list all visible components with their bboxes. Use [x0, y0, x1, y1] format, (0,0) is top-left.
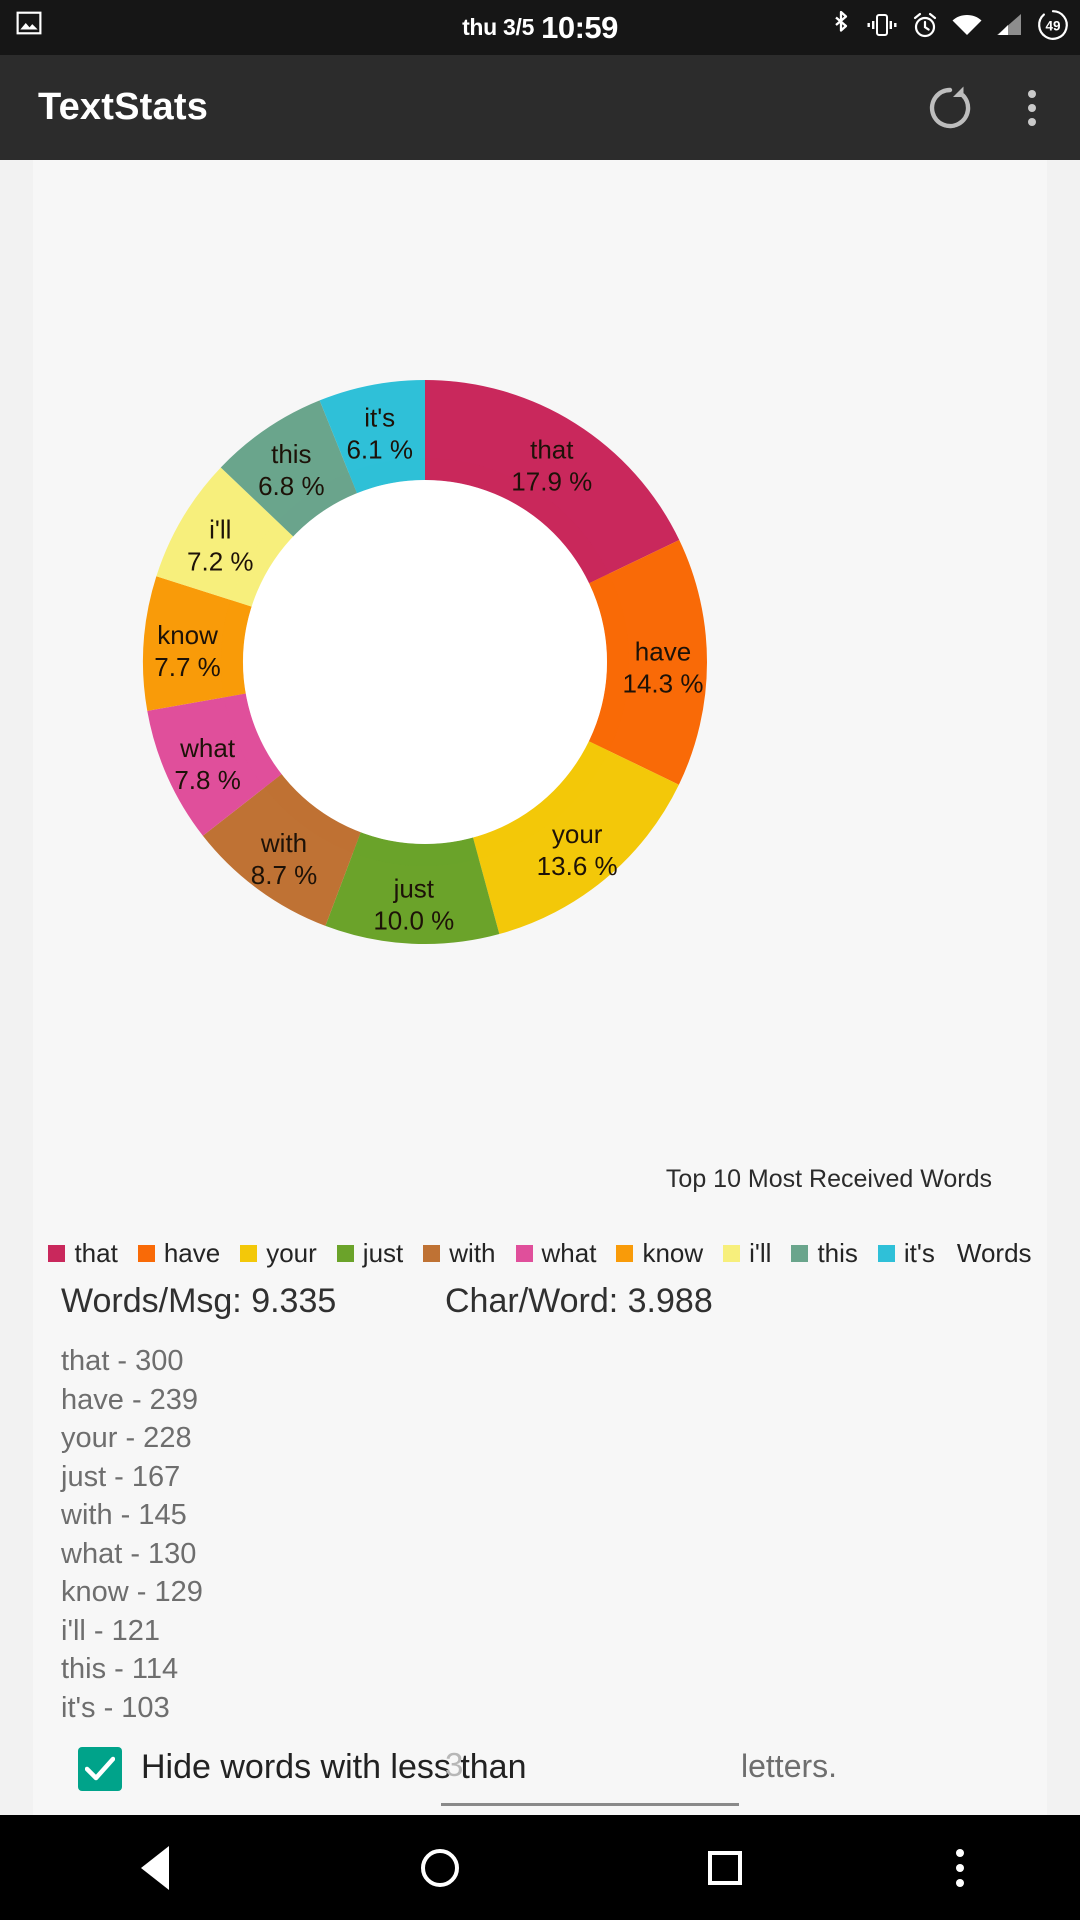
word-count-row: your - 228 [61, 1422, 192, 1454]
donut-label-word: it's [364, 402, 395, 432]
navigation-bar [0, 1815, 1080, 1920]
word-count-row: it's - 103 [61, 1691, 170, 1724]
legend-item-this[interactable]: this [791, 1238, 858, 1269]
min-letters-underline [441, 1803, 739, 1806]
letters-suffix-label: letters. [741, 1748, 838, 1784]
wifi-icon [952, 13, 982, 42]
word-count-row: that - 300 [61, 1345, 184, 1377]
donut-hole [243, 480, 607, 844]
donut-label-word: with [260, 828, 307, 858]
word-count-row: with - 145 [61, 1499, 187, 1531]
menu-icon[interactable] [930, 1815, 990, 1920]
legend-label: know [642, 1238, 704, 1268]
legend-swatch [877, 1245, 895, 1262]
battery-icon: 49 [1036, 8, 1070, 47]
status-icons: 49 [829, 0, 1070, 55]
legend-item-know[interactable]: know [616, 1238, 703, 1269]
donut-label-percent: 17.9 % [511, 467, 592, 497]
recents-icon[interactable] [670, 1815, 780, 1920]
word-count-row: i'll - 121 [61, 1614, 161, 1647]
legend-swatch [336, 1245, 354, 1262]
battery-level: 49 [1045, 19, 1060, 34]
donut-chart-svg[interactable]: that17.9 % have14.3 % your13.6 % just10.0 %… [75, 160, 865, 1042]
legend-label: with [449, 1238, 496, 1268]
donut-label-percent: 7.8 % [174, 765, 241, 795]
legend-item-that[interactable]: that [48, 1238, 118, 1269]
donut-label-word: your [552, 819, 603, 849]
word-count-row: just - 167 [61, 1460, 181, 1493]
word-count-row: know - 129 [61, 1576, 203, 1608]
donut-label-percent: 6.1 % [346, 434, 413, 464]
donut-label-word: what [179, 733, 236, 763]
legend-swatch [515, 1245, 533, 1262]
legend-label: this [817, 1238, 858, 1268]
donut-label-word: this [271, 439, 311, 469]
status-bar: thu 3/5 10:59 49 [0, 0, 1080, 55]
scroll-content[interactable]: that 17.9 % have 14.3 % your 13.6 % just 10.0 %… [0, 160, 1080, 1815]
legend-swatch [48, 1245, 66, 1262]
legend-swatch [423, 1245, 441, 1262]
donut-label-word: have [635, 636, 691, 666]
hide-words-row: Hide words with less than 3 letters. [33, 1730, 1047, 1815]
vibrate-icon [866, 12, 898, 43]
word-count-list: that - 300 have - 239 your - 228 just - 167… [61, 1342, 203, 1727]
donut-label-percent: 14.3 % [623, 668, 704, 698]
donut-label-percent: 10.0 % [373, 906, 454, 936]
legend-item-its[interactable]: it's [877, 1238, 935, 1269]
words-per-message-stat: Words/Msg: 9.335 [61, 1282, 337, 1320]
page-title: TextStats [38, 86, 209, 128]
donut-label-percent: 7.7 % [154, 652, 221, 682]
legend-swatch [723, 1245, 741, 1262]
donut-label-percent: 13.6 % [537, 851, 618, 881]
donut-label-word: that [530, 435, 574, 465]
chart-legend: that have your just with what know i'll this it's… [33, 1238, 1047, 1269]
stats-card: that 17.9 % have 14.3 % your 13.6 % just 10.0 %… [33, 160, 1047, 1815]
donut-label-percent: 6.8 % [258, 471, 325, 501]
donut-chart[interactable]: that 17.9 % have 14.3 % your 13.6 % just 10.0 %… [33, 160, 1047, 1193]
legend-label: i'll [749, 1238, 772, 1268]
overflow-menu-icon[interactable] [1004, 80, 1060, 136]
home-icon[interactable] [385, 1815, 495, 1920]
refresh-icon[interactable] [922, 80, 978, 136]
legend-swatch [240, 1245, 258, 1262]
alarm-icon [911, 11, 939, 44]
hide-words-checkbox[interactable] [78, 1747, 122, 1791]
status-time: 10:59 [541, 9, 618, 45]
legend-item-just[interactable]: just [336, 1238, 404, 1269]
legend-swatch [616, 1245, 634, 1262]
donut-label-word: just [393, 874, 435, 904]
app-bar-actions [922, 55, 1060, 160]
bluetooth-icon [829, 10, 853, 45]
back-icon[interactable] [100, 1815, 210, 1920]
legend-label: that [74, 1238, 118, 1268]
legend-item-ill[interactable]: i'll [723, 1238, 771, 1269]
donut-label-percent: 7.2 % [187, 547, 254, 577]
legend-item-have[interactable]: have [137, 1238, 221, 1269]
word-count-row: what - 130 [61, 1537, 197, 1570]
signal-icon [995, 13, 1023, 42]
legend-item-what[interactable]: what [515, 1238, 597, 1269]
word-count-row: this - 114 [61, 1653, 179, 1685]
summary-stats: Words/Msg: 9.335 Char/Word: 3.988 [33, 1282, 1047, 1334]
legend-swatch [137, 1245, 155, 1262]
min-letters-placeholder: 3 [445, 1746, 464, 1783]
legend-label: your [266, 1238, 317, 1268]
legend-label: have [163, 1238, 221, 1268]
donut-label-percent: 8.7 % [251, 860, 318, 890]
legend-item-with[interactable]: with [423, 1238, 496, 1269]
word-count-row: have - 239 [61, 1383, 199, 1416]
legend-label: what [541, 1238, 597, 1268]
app-bar: TextStats [0, 55, 1080, 160]
legend-unit-label: Words [956, 1238, 1032, 1268]
legend-label: just [362, 1238, 404, 1268]
donut-label-word: i'll [209, 515, 231, 545]
chart-caption: Top 10 Most Received Words [665, 1165, 992, 1193]
chars-per-word-stat: Char/Word: 3.988 [445, 1282, 713, 1320]
legend-label: it's [903, 1238, 935, 1268]
legend-swatch [791, 1245, 809, 1262]
min-letters-input[interactable]: 3 [441, 1736, 739, 1814]
legend-item-your[interactable]: your [240, 1238, 317, 1269]
status-date: thu 3/5 [462, 14, 535, 40]
donut-label-word: know [157, 620, 218, 650]
